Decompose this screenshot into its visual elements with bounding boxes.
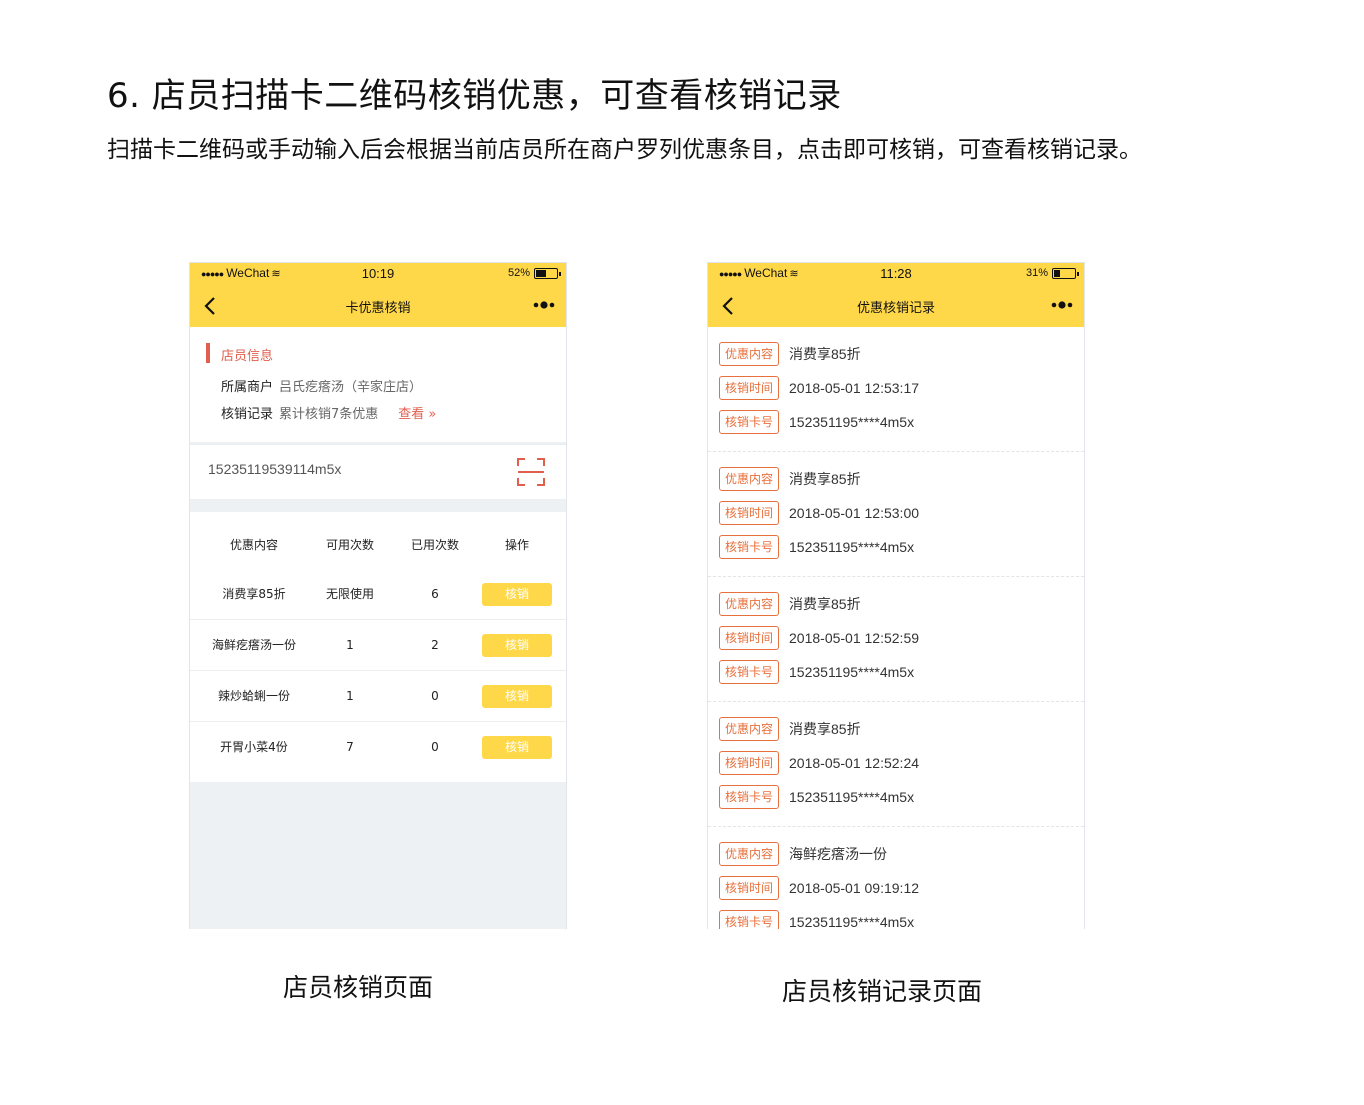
row-content: 开胃小菜4份 [220,740,288,754]
record-card: 152351195****4m5x [789,664,915,680]
content-tag: 优惠内容 [719,717,780,741]
record-list: 优惠内容 消费享85折 核销时间 2018-05-01 12:53:17 核销卡号 1… [708,327,1084,929]
record-time: 2018-05-01 12:52:59 [789,630,920,646]
record-content: 消费享85折 [789,721,861,737]
record-card: 152351195****4m5x [789,414,915,430]
view-records-link[interactable]: 查看 » [398,407,436,422]
redeem-button[interactable]: 核销 [482,685,552,708]
time-tag: 核销时间 [719,626,780,650]
battery-percent: 52% [507,267,530,279]
status-bar: ●●●●● WeChat ≋ 11:28 31% [708,266,1084,282]
battery-fill [1054,269,1061,277]
list-item: 优惠内容 消费享85折 核销时间 2018-05-01 12:53:17 核销卡号 1… [708,327,1084,452]
section-title: 店员信息 [221,349,274,364]
header-used: 已用次数 [410,538,459,552]
record-card: 152351195****4m5x [789,789,915,805]
redeem-button[interactable]: 核销 [482,634,552,657]
more-options-icon[interactable] [1050,297,1074,313]
card-tag: 核销卡号 [719,535,780,559]
content-tag: 优惠内容 [719,467,780,491]
record-content: 消费享85折 [789,596,861,612]
time-tag: 核销时间 [719,376,780,400]
record-content: 消费享85折 [789,346,861,362]
row-used: 0 [431,689,439,703]
row-available: 1 [346,638,354,652]
more-options-icon[interactable] [532,297,556,313]
record-value: 累计核销7条优惠 [279,407,379,422]
content-tag: 优惠内容 [719,842,780,866]
record-label: 核销记录 [221,407,274,422]
scan-qr-icon[interactable] [516,457,546,487]
record-content: 海鲜疙瘩汤一份 [789,846,888,862]
nav-title: 优惠核销记录 [856,301,935,316]
status-bar: ●●●●● WeChat ≋ 10:19 52% [190,266,566,282]
battery-icon [1052,267,1079,279]
table-row: 消费享85折 无限使用 6 核销 [190,569,566,620]
redeem-button[interactable]: 核销 [482,583,552,606]
nav-title: 卡优惠核销 [345,301,411,316]
header-action: 操作 [504,538,529,552]
time-tag: 核销时间 [719,501,780,525]
card-tag: 核销卡号 [719,910,780,929]
record-content: 消费享85折 [789,471,861,487]
record-time: 2018-05-01 12:52:24 [789,755,920,771]
page-subheading: 扫描卡二维码或手动输入后会根据当前店员所在商户罗列优惠条目，点击即可核销，可查看… [107,137,1142,163]
record-time: 2018-05-01 12:53:00 [789,505,920,521]
merchant-label: 所属商户 [221,380,274,395]
card-number-card [190,444,566,499]
record-time: 2018-05-01 09:19:12 [789,880,920,896]
table-header: 优惠内容 可用次数 已用次数 操作 [190,520,566,571]
nav-bar: 卡优惠核销 [190,289,566,323]
battery-percent: 31% [1025,267,1048,279]
redeem-button[interactable]: 核销 [482,736,552,759]
row-content: 辣炒蛤蜊一份 [217,689,290,703]
merchant-value: 吕氏疙瘩汤（辛家庄店） [279,380,423,395]
content-tag: 优惠内容 [719,592,780,616]
table-row: 辣炒蛤蜊一份 1 0 核销 [190,671,566,722]
top-bar: ●●●●● WeChat ≋ 10:19 52% 卡优惠核销 [190,263,566,327]
row-used: 0 [431,740,439,754]
row-available: 无限使用 [325,587,374,601]
content-tag: 优惠内容 [719,342,780,366]
row-content: 海鲜疙瘩汤一份 [211,638,296,652]
redeem-phone-screen: ●●●●● WeChat ≋ 10:19 52% 卡优惠核销 店员信息 所属商户 吕氏… [189,262,567,929]
time-tag: 核销时间 [719,876,780,900]
header-available: 可用次数 [325,538,374,552]
card-tag: 核销卡号 [719,410,780,434]
header-content: 优惠内容 [229,538,278,552]
row-used: 2 [431,638,439,652]
row-used: 6 [431,587,439,601]
row-available: 1 [346,689,354,703]
record-time: 2018-05-01 12:53:17 [789,380,920,396]
record-card: 152351195****4m5x [789,914,915,929]
battery-icon [534,267,561,279]
battery-fill [536,269,547,277]
record-row: 核销记录 累计核销7条优惠 查看 » [221,403,436,422]
row-available: 7 [346,740,354,754]
nav-bar: 优惠核销记录 [708,289,1084,323]
row-content: 消费享85折 [222,587,286,601]
card-tag: 核销卡号 [719,785,780,809]
list-item: 优惠内容 海鲜疙瘩汤一份 核销时间 2018-05-01 09:19:12 核销卡号… [708,827,1084,929]
staff-info-card: 店员信息 所属商户 吕氏疙瘩汤（辛家庄店） 核销记录 累计核销7条优惠 查看 » [190,327,566,442]
section-marker [206,343,210,363]
discount-table: 优惠内容 可用次数 已用次数 操作 消费享85折 无限使用 6 核销 海鲜疙瘩汤… [190,512,566,782]
time-tag: 核销时间 [719,751,780,775]
page-heading: 6. 店员扫描卡二维码核销优惠，可查看核销记录 [107,76,842,116]
caption-redeem-page: 店员核销页面 [283,973,434,1002]
record-card: 152351195****4m5x [789,539,915,555]
list-item: 优惠内容 消费享85折 核销时间 2018-05-01 12:52:24 核销卡号 1… [708,702,1084,827]
caption-records-page: 店员核销记录页面 [782,977,983,1006]
merchant-row: 所属商户 吕氏疙瘩汤（辛家庄店） [221,376,422,395]
table-row: 开胃小菜4份 7 0 核销 [190,722,566,773]
records-phone-screen: ●●●●● WeChat ≋ 11:28 31% 优惠核销记录 优惠内容 消费享85折… [707,262,1085,929]
card-tag: 核销卡号 [719,660,780,684]
top-bar: ●●●●● WeChat ≋ 11:28 31% 优惠核销记录 [708,263,1084,327]
card-number-input[interactable] [208,461,508,477]
list-item: 优惠内容 消费享85折 核销时间 2018-05-01 12:52:59 核销卡号 1… [708,577,1084,702]
list-item: 优惠内容 消费享85折 核销时间 2018-05-01 12:53:00 核销卡号 1… [708,452,1084,577]
table-row: 海鲜疙瘩汤一份 1 2 核销 [190,620,566,671]
